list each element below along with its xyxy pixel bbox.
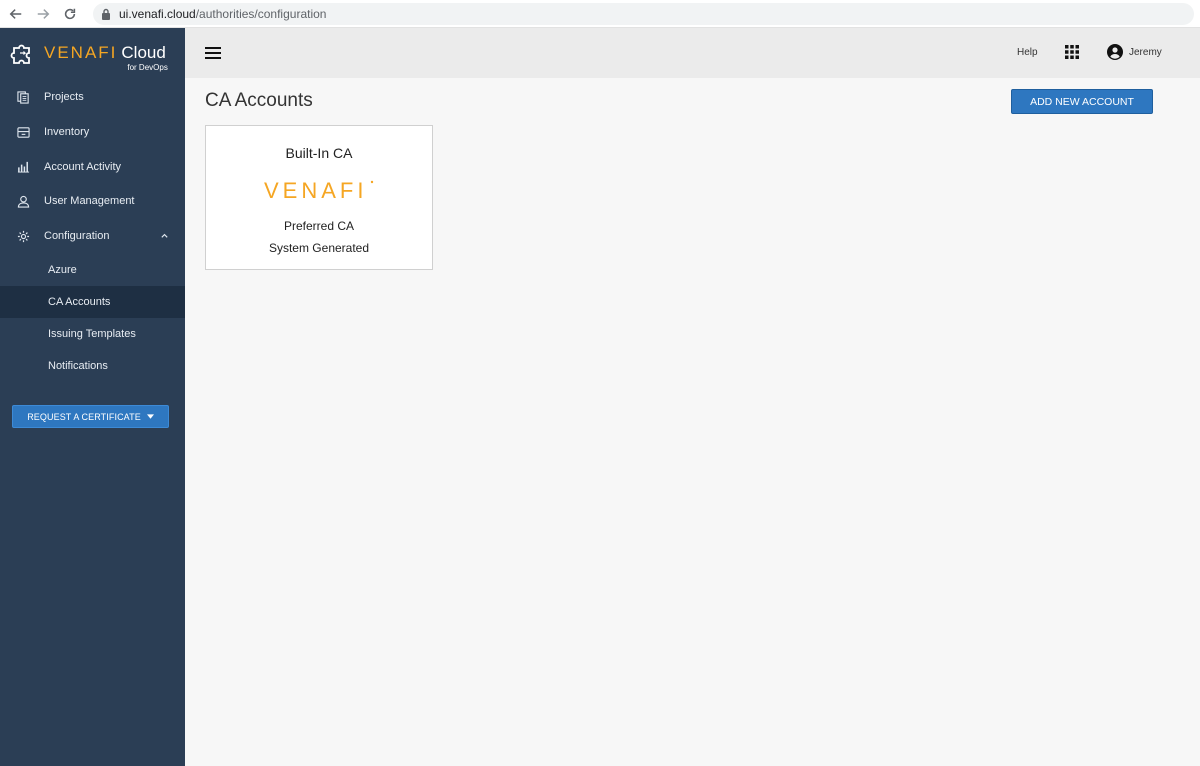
chevron-up-icon[interactable]: [160, 231, 169, 240]
lock-icon: [102, 8, 110, 20]
page-title: CA Accounts: [205, 90, 313, 111]
brand-text: VENAFI Cloud for DevOps: [44, 43, 168, 72]
sidebar-item-configuration[interactable]: Configuration: [0, 219, 185, 254]
reload-icon: [64, 8, 76, 19]
puzzle-logo-icon: [10, 44, 30, 64]
sidebar-subitem-notifications[interactable]: Notifications: [0, 350, 185, 382]
caret-down-icon: [146, 414, 154, 419]
arrow-right-icon: [37, 8, 50, 19]
sidebar-subitem-issuing-templates[interactable]: Issuing Templates: [0, 318, 185, 350]
sidebar-item-user-management[interactable]: User Management: [0, 184, 185, 219]
card-preferred-label: Preferred CA: [283, 219, 355, 233]
bar-chart-icon: [16, 160, 30, 174]
sidebar-subitem-azure[interactable]: Azure: [0, 253, 185, 285]
sidebar-item-label: Projects: [44, 91, 84, 104]
sidebar-subitem-label: Notifications: [48, 360, 108, 373]
user-icon: [16, 194, 30, 208]
hamburger-menu-icon[interactable]: [205, 47, 221, 59]
url-path: /authorities/configuration: [195, 6, 327, 21]
sidebar-nav: Projects Inventory Account Activity User…: [0, 80, 185, 383]
sidebar: VENAFI Cloud for DevOps Projects Inventor…: [0, 28, 185, 766]
account-circle-icon[interactable]: [1107, 44, 1123, 60]
apps-grid-icon[interactable]: [1065, 45, 1079, 59]
browser-bar: ui.venafi.cloud/authorities/configuratio…: [0, 0, 1200, 28]
url-host: ui.venafi.cloud: [119, 6, 196, 21]
sidebar-item-inventory[interactable]: Inventory: [0, 115, 185, 150]
top-header: Help Jeremy: [185, 28, 1200, 78]
brand-product: Cloud: [121, 43, 166, 62]
sidebar-subitem-label: CA Accounts: [48, 295, 111, 308]
sidebar-item-account-activity[interactable]: Account Activity: [0, 149, 185, 184]
inventory-icon: [16, 125, 30, 139]
gear-icon: [16, 229, 30, 243]
sidebar-item-label: Account Activity: [44, 160, 122, 173]
url-text: ui.venafi.cloud/authorities/configuratio…: [119, 7, 326, 21]
request-certificate-label: REQUEST A CERTIFICATE: [27, 411, 141, 422]
venafi-logo-text: VENAFI: [264, 178, 367, 202]
sidebar-item-label: Configuration: [44, 230, 110, 243]
sidebar-item-label: Inventory: [44, 126, 90, 139]
help-link[interactable]: Help: [1017, 47, 1038, 58]
projects-icon: [16, 90, 30, 104]
brand[interactable]: VENAFI Cloud for DevOps: [0, 28, 185, 78]
card-system-label: System Generated: [268, 241, 370, 255]
ca-account-card[interactable]: Built-In CA VENAFI Preferred CA System G…: [205, 125, 433, 270]
sidebar-subitem-label: Issuing Templates: [48, 328, 136, 341]
forward-button[interactable]: [32, 3, 54, 25]
sidebar-item-projects[interactable]: Projects: [0, 80, 185, 115]
brand-subtitle: for DevOps: [127, 63, 168, 72]
sidebar-item-label: User Management: [44, 195, 135, 208]
card-title: Built-In CA: [285, 145, 353, 161]
back-button[interactable]: [5, 3, 27, 25]
sidebar-subitem-label: Azure: [48, 263, 77, 276]
reload-button[interactable]: [59, 3, 81, 25]
user-name[interactable]: Jeremy: [1129, 47, 1162, 58]
brand-name: VENAFI: [44, 43, 118, 62]
sidebar-subitem-ca-accounts[interactable]: CA Accounts: [0, 285, 185, 319]
add-new-account-button[interactable]: ADD NEW ACCOUNT: [1011, 89, 1153, 114]
arrow-left-icon: [9, 8, 22, 19]
request-certificate-button[interactable]: REQUEST A CERTIFICATE: [12, 405, 169, 428]
address-bar[interactable]: ui.venafi.cloud/authorities/configuratio…: [93, 2, 1194, 25]
venafi-logo: VENAFI: [264, 178, 374, 202]
